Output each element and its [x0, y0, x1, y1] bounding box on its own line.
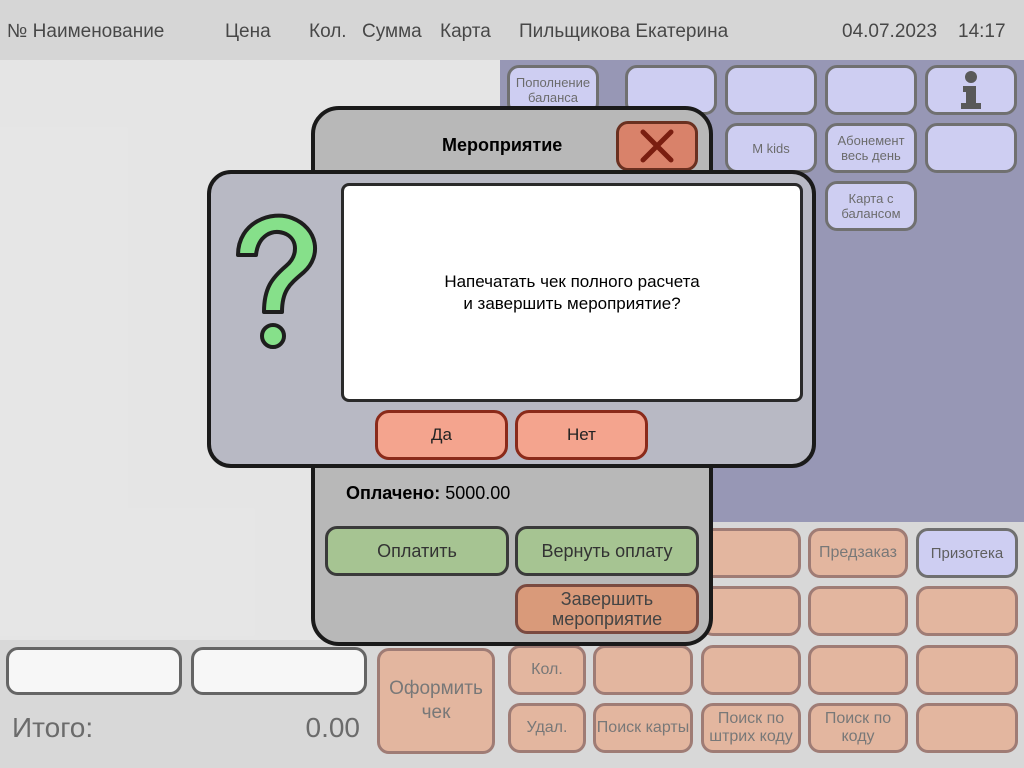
refund-button[interactable]: Вернуть оплату — [515, 526, 699, 576]
action-button-empty-9[interactable] — [916, 703, 1018, 753]
yes-button[interactable]: Да — [375, 410, 508, 460]
total-label: Итого: — [12, 712, 94, 743]
pay-button[interactable]: Оплатить — [325, 526, 509, 576]
action-button-empty-2[interactable] — [701, 586, 801, 636]
grid-button-empty-4[interactable] — [925, 123, 1017, 173]
search-card-button[interactable]: Поиск карты — [593, 703, 693, 753]
mkids-button[interactable]: M kids — [725, 123, 817, 173]
paid-row: Оплачено: 5000.00 — [346, 483, 510, 504]
action-button-empty-3[interactable] — [808, 586, 908, 636]
close-event-button[interactable] — [616, 121, 698, 171]
user-name: Пильщикова Екатерина — [519, 21, 729, 42]
total-value: 0.00 — [305, 712, 361, 743]
abonement-button[interactable]: Абонемент весь день — [825, 123, 917, 173]
preorder-button[interactable]: Предзаказ — [808, 528, 908, 578]
action-button-empty-6[interactable] — [701, 645, 801, 695]
column-name-header: № Наименование — [7, 21, 165, 42]
action-button-empty-8[interactable] — [916, 645, 1018, 695]
quantity-button[interactable]: Кол. — [508, 645, 586, 695]
dialog-message-line-2: и завершить мероприятие? — [463, 293, 681, 313]
event-panel-title: Мероприятие — [442, 135, 563, 155]
column-price-header: Цена — [225, 21, 271, 42]
question-icon — [236, 213, 317, 349]
prizoteka-button[interactable]: Призотека — [916, 528, 1018, 578]
grid-button-empty-2[interactable] — [725, 65, 817, 115]
header-bar: № Наименование Цена Кол. Сумма Карта Пил… — [0, 0, 1024, 60]
column-qty-header: Кол. — [309, 21, 347, 42]
column-card-header: Карта — [440, 21, 491, 42]
paid-label: Оплачено: — [346, 483, 441, 503]
close-icon — [640, 129, 674, 163]
grid-button-empty-3[interactable] — [825, 65, 917, 115]
action-button-empty-7[interactable] — [808, 645, 908, 695]
checkout-button[interactable]: Оформить чек — [377, 648, 495, 754]
search-barcode-button[interactable]: Поиск по штрих коду — [701, 703, 801, 753]
action-button-empty-5[interactable] — [593, 645, 693, 695]
dialog-message-line-1: Напечатать чек полного расчета — [444, 271, 700, 291]
action-button-empty-1[interactable] — [701, 528, 801, 578]
search-code-button[interactable]: Поиск по коду — [808, 703, 908, 753]
dialog-message: Напечатать чек полного расчета и заверши… — [341, 183, 803, 402]
scroll-up-field[interactable] — [6, 647, 182, 695]
current-time: 14:17 — [958, 21, 1006, 42]
paid-value: 5000.00 — [445, 483, 511, 503]
delete-button[interactable]: Удал. — [508, 703, 586, 753]
card-balance-button[interactable]: Карта с балансом — [825, 181, 917, 231]
scroll-down-field[interactable] — [191, 647, 367, 695]
finish-event-button[interactable]: Завершить мероприятие — [515, 584, 699, 634]
column-sum-header: Сумма — [362, 21, 422, 42]
action-button-empty-4[interactable] — [916, 586, 1018, 636]
no-button[interactable]: Нет — [515, 410, 648, 460]
current-date: 04.07.2023 — [842, 21, 938, 42]
info-button[interactable] — [925, 65, 1017, 115]
info-icon — [961, 71, 981, 109]
